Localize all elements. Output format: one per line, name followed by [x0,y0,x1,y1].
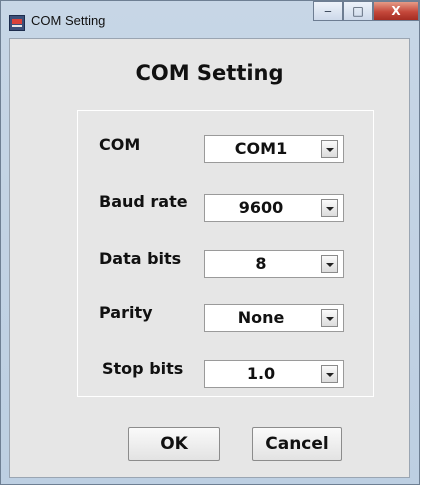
com-dropdown-arrow-icon[interactable] [321,140,338,158]
dialog-heading: COM Setting [135,61,284,85]
app-icon [9,15,25,31]
ok-button[interactable]: OK [128,427,220,461]
minimize-icon: ‒ [324,4,332,18]
baud-rate-select[interactable]: 9600 [204,194,344,222]
parity-select-value: None [237,308,285,327]
parity-dropdown-arrow-icon[interactable] [321,309,338,327]
close-icon: X [391,4,401,18]
stop-bits-select-value: 1.0 [246,364,276,383]
caption-buttons: ‒ □ X [313,1,419,23]
com-label: COM [99,135,141,154]
com-select[interactable]: COM1 [204,135,344,163]
parity-label: Parity [99,303,153,322]
baud-rate-dropdown-arrow-icon[interactable] [321,199,338,217]
com-select-value: COM1 [234,139,288,158]
maximize-icon: □ [352,4,364,18]
stop-bits-label: Stop bits [102,359,184,378]
parity-select[interactable]: None [204,304,344,332]
data-bits-dropdown-arrow-icon[interactable] [321,255,338,273]
window-title: COM Setting [31,13,106,28]
data-bits-select-value: 8 [255,254,267,273]
dialog-client-area: COM Setting COM COM1 Baud rate 9600 Data… [9,38,410,478]
stop-bits-select[interactable]: 1.0 [204,360,344,388]
stop-bits-dropdown-arrow-icon[interactable] [321,365,338,383]
data-bits-select[interactable]: 8 [204,250,344,278]
close-button[interactable]: X [373,1,419,21]
maximize-button[interactable]: □ [343,1,373,21]
title-bar[interactable]: COM Setting ‒ □ X [1,1,419,39]
data-bits-label: Data bits [99,249,182,268]
minimize-button[interactable]: ‒ [313,1,343,21]
baud-rate-select-value: 9600 [238,198,284,217]
cancel-button[interactable]: Cancel [252,427,342,461]
baud-rate-label: Baud rate [99,192,188,211]
